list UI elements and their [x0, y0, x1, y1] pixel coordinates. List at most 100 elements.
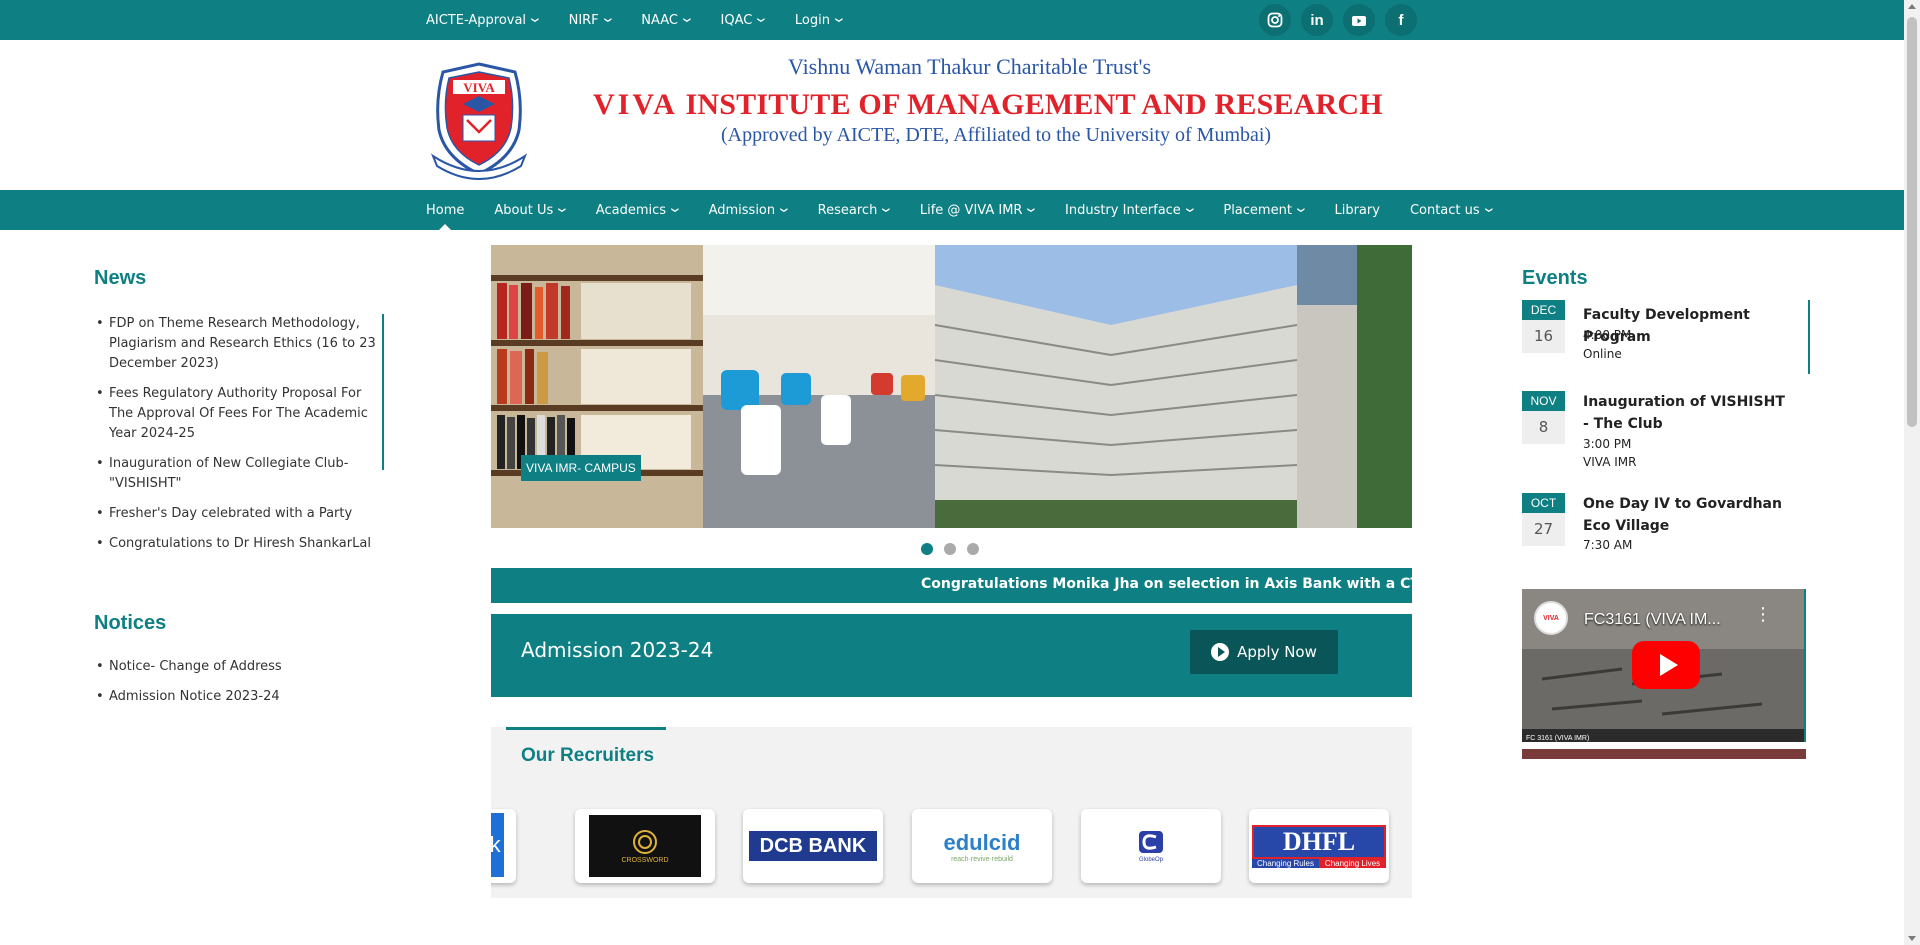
- youtube-icon[interactable]: [1343, 4, 1375, 36]
- crossword-text: CROSSWORD: [621, 856, 669, 864]
- apply-now-button[interactable]: Apply Now: [1190, 630, 1338, 674]
- event-place: Online: [1583, 347, 1622, 361]
- chevron-down-icon: ❯: [1484, 206, 1493, 214]
- nav-library[interactable]: Library: [1334, 190, 1379, 230]
- youtube-play-button[interactable]: [1632, 641, 1700, 689]
- nav-industry-interface[interactable]: Industry Interface ❯: [1065, 190, 1194, 230]
- chevron-down-icon: ❯: [1185, 206, 1194, 214]
- chevron-down-icon: ❯: [558, 206, 567, 214]
- news-item[interactable]: Congratulations to Dr Hiresh ShankarLal: [94, 534, 382, 554]
- approval-statement: (Approved by AICTE, DTE, Affiliated to t…: [721, 124, 1272, 146]
- viva-wordmark: VIVA: [593, 88, 678, 121]
- top-bar: AICTE-Approval ❯ NIRF ❯ NAAC ❯ IQAC ❯ Login ❯…: [0, 0, 1904, 40]
- instagram-icon[interactable]: [1259, 4, 1291, 36]
- nav-home[interactable]: Home: [426, 190, 464, 230]
- nav-about-us[interactable]: About Us ❯: [494, 190, 567, 230]
- dcb-bank-text: DCB BANK: [749, 831, 877, 861]
- topnav-label: NAAC: [641, 12, 678, 28]
- scroll-up-icon[interactable]: [1908, 4, 1916, 9]
- recruiter-logo-dhfl[interactable]: DHFL Changing Rules Changing Lives: [1249, 809, 1389, 883]
- slider-dot[interactable]: [921, 543, 933, 555]
- event-title: Inauguration of VISHISHT - The Club: [1583, 394, 1785, 432]
- social-links: in f: [1259, 4, 1417, 36]
- notice-item[interactable]: Notice- Change of Address: [94, 657, 384, 677]
- recruiter-logo-partial[interactable]: nk: [491, 809, 516, 883]
- scrollbar-thumb[interactable]: [1907, 17, 1917, 427]
- recruiters-tab-indicator: [506, 727, 666, 730]
- topnav-label: AICTE-Approval: [426, 12, 527, 28]
- campus-slider[interactable]: VIVA IMR- CAMPUS: [491, 245, 1412, 528]
- topnav-login[interactable]: Login ❯: [795, 13, 843, 28]
- nav-label: About Us: [494, 202, 554, 218]
- admission-banner: Admission 2023-24 Apply Now: [491, 614, 1412, 697]
- college-logo[interactable]: VIVA: [419, 60, 539, 180]
- dhfl-tagline-a: Changing Rules: [1252, 858, 1319, 868]
- news-item[interactable]: Fresher's Day celebrated with a Party: [94, 504, 382, 524]
- edulcid-tagline: reach·revive·rebuild: [951, 855, 1013, 863]
- linkedin-icon[interactable]: in: [1301, 4, 1333, 36]
- chevron-down-icon: ❯: [670, 206, 679, 214]
- chevron-down-icon: ❯: [530, 16, 539, 24]
- video-title[interactable]: FC3161 (VIVA IM...: [1584, 611, 1721, 629]
- recruiter-logo-crossword[interactable]: CROSSWORD: [575, 809, 715, 883]
- notice-item[interactable]: Admission Notice 2023-24: [94, 687, 384, 707]
- nav-research[interactable]: Research ❯: [818, 190, 890, 230]
- scroll-down-icon[interactable]: [1908, 936, 1916, 941]
- nav-admission[interactable]: Admission ❯: [709, 190, 788, 230]
- nav-placement[interactable]: Placement ❯: [1223, 190, 1304, 230]
- event-item[interactable]: DEC 16 Faculty Development Program 4:00 …: [1522, 300, 1810, 374]
- facebook-icon[interactable]: f: [1385, 4, 1417, 36]
- nav-label: Library: [1334, 202, 1380, 218]
- event-item[interactable]: NOV 8 Inauguration of VISHISHT - The Clu…: [1522, 391, 1810, 473]
- slider-dot[interactable]: [944, 543, 956, 555]
- news-ticker[interactable]: Congratulations Monika Jha on selection …: [491, 568, 1412, 603]
- event-month: OCT: [1522, 493, 1565, 513]
- nav-label: Admission: [708, 202, 776, 218]
- chevron-down-icon: ❯: [1027, 206, 1036, 214]
- channel-avatar[interactable]: VIVA: [1534, 601, 1568, 635]
- chevron-down-icon: ❯: [882, 206, 891, 214]
- topnav-nirf[interactable]: NIRF ❯: [569, 13, 612, 28]
- more-options-icon[interactable]: ⋮: [1754, 606, 1772, 624]
- page-scrollbar[interactable]: [1904, 0, 1920, 945]
- notice-list: Notice- Change of Address Admission Noti…: [94, 657, 384, 717]
- topnav-label: IQAC: [720, 12, 753, 28]
- slider-dots: [921, 543, 979, 555]
- video-caption: FC 3161 (VIVA IMR): [1526, 735, 1590, 742]
- notices-title: Notices: [94, 612, 167, 634]
- topnav-iqac[interactable]: IQAC ❯: [720, 12, 766, 28]
- news-item[interactable]: Inauguration of New Collegiate Club-"VIS…: [94, 454, 382, 494]
- event-place: VIVA IMR: [1583, 455, 1637, 469]
- chevron-down-icon: ❯: [603, 16, 612, 24]
- trust-name: Vishnu Waman Thakur Charitable Trust's: [788, 54, 1152, 79]
- nav-label: Academics: [595, 202, 667, 218]
- news-item[interactable]: FDP on Theme Research Methodology, Plagi…: [94, 314, 382, 374]
- recruiter-logo-edulcid[interactable]: edulcid reach·revive·rebuild: [912, 809, 1052, 883]
- events-title: Events: [1522, 267, 1588, 289]
- admission-title: Admission 2023-24: [521, 638, 714, 662]
- institute-title: INSTITUTE OF MANAGEMENT AND RESEARCH: [685, 88, 1383, 121]
- topnav-aicte-approval[interactable]: AICTE-Approval ❯: [426, 13, 539, 28]
- nav-life-at-viva[interactable]: Life @ VIVA IMR ❯: [920, 190, 1035, 230]
- news-item[interactable]: Fees Regulatory Authority Proposal For T…: [94, 384, 382, 444]
- news-list: FDP on Theme Research Methodology, Plagi…: [94, 314, 384, 554]
- event-time: 7:30 AM: [1583, 538, 1633, 552]
- event-item[interactable]: OCT 27 One Day IV to Govardhan Eco Villa…: [1522, 493, 1810, 557]
- recruiter-logo-dcb-bank[interactable]: DCB BANK: [743, 809, 883, 883]
- recruiter-carousel: nk CROSSWORD DCB BANK edulcid reach·revi…: [491, 809, 1412, 883]
- crossword-logo: CROSSWORD: [589, 815, 701, 877]
- event-day: 16: [1522, 320, 1565, 353]
- event-day: 8: [1522, 411, 1565, 444]
- nav-label: Life @ VIVA IMR: [919, 202, 1023, 218]
- nav-academics[interactable]: Academics ❯: [596, 190, 679, 230]
- topnav-naac[interactable]: NAAC ❯: [641, 12, 691, 28]
- svg-text:VIVA: VIVA: [463, 80, 495, 95]
- slider-dot[interactable]: [967, 543, 979, 555]
- youtube-video-embed[interactable]: VIVA FC3161 (VIVA IM... ⋮ FC 3161 (VIVA …: [1522, 589, 1806, 742]
- nav-contact-us[interactable]: Contact us ❯: [1410, 190, 1493, 230]
- globeop-icon: [1139, 831, 1163, 853]
- recruiter-logo-globeop[interactable]: GlobeOp: [1081, 809, 1221, 883]
- chevron-down-icon: ❯: [779, 206, 788, 214]
- recruiters-title: Our Recruiters: [521, 745, 655, 766]
- second-video-embed-edge[interactable]: [1522, 749, 1806, 759]
